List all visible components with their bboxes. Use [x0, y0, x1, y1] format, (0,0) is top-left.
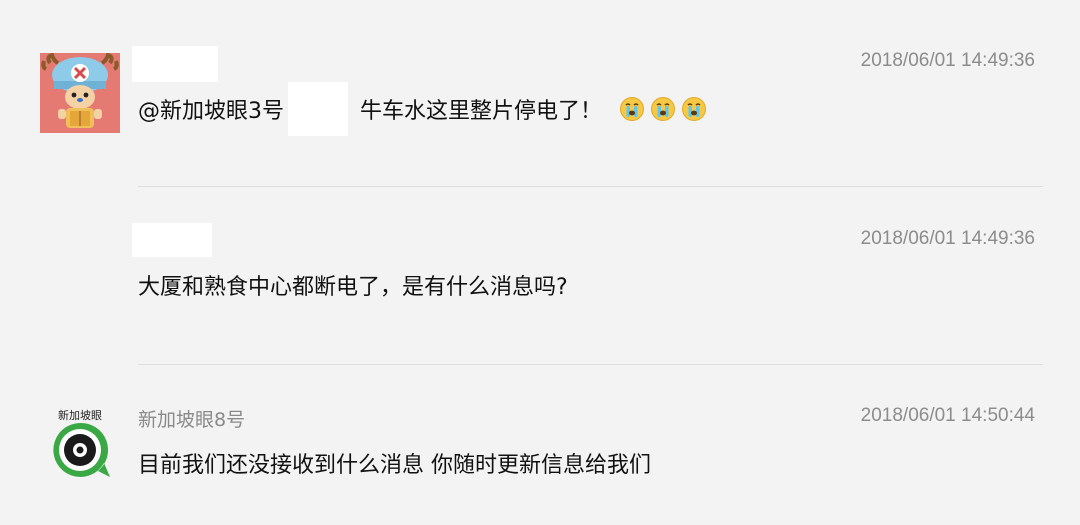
crying-face-icon [682, 97, 707, 121]
comment-divider [138, 186, 1043, 187]
redacted-mention-suffix [288, 82, 348, 136]
redacted-username [132, 223, 212, 257]
redacted-username [132, 46, 218, 82]
crying-face-icon [651, 97, 676, 121]
comment-timestamp: 2018/06/01 14:49:36 [860, 228, 1035, 249]
eye-logo-avatar-icon: 新加坡眼 [40, 405, 120, 485]
emoji-group [614, 96, 707, 122]
avatar-eye-logo[interactable]: 新加坡眼 [40, 405, 120, 485]
username[interactable]: 新加坡眼8号 [138, 405, 245, 432]
comment-text: 目前我们还没接收到什么消息 你随时更新信息给我们 [138, 453, 651, 478]
comment-timestamp: 2018/06/01 14:50:44 [860, 405, 1035, 426]
mention-link[interactable]: @新加坡眼3号 [138, 93, 284, 125]
crying-face-icon [620, 97, 645, 121]
avatar-chopper[interactable] [40, 53, 120, 133]
avatar-label: 新加坡眼 [58, 408, 102, 422]
comment-text: @新加坡眼3号 牛车水这里整片停电了！ [138, 82, 707, 136]
comment-timestamp: 2018/06/01 14:49:36 [860, 50, 1035, 71]
comment-text: 大厦和熟食中心都断电了，是有什么消息吗? [138, 275, 568, 300]
chopper-avatar-icon [40, 53, 120, 133]
comment-divider [138, 364, 1043, 365]
comment-body: 牛车水这里整片停电了！ [360, 99, 603, 124]
